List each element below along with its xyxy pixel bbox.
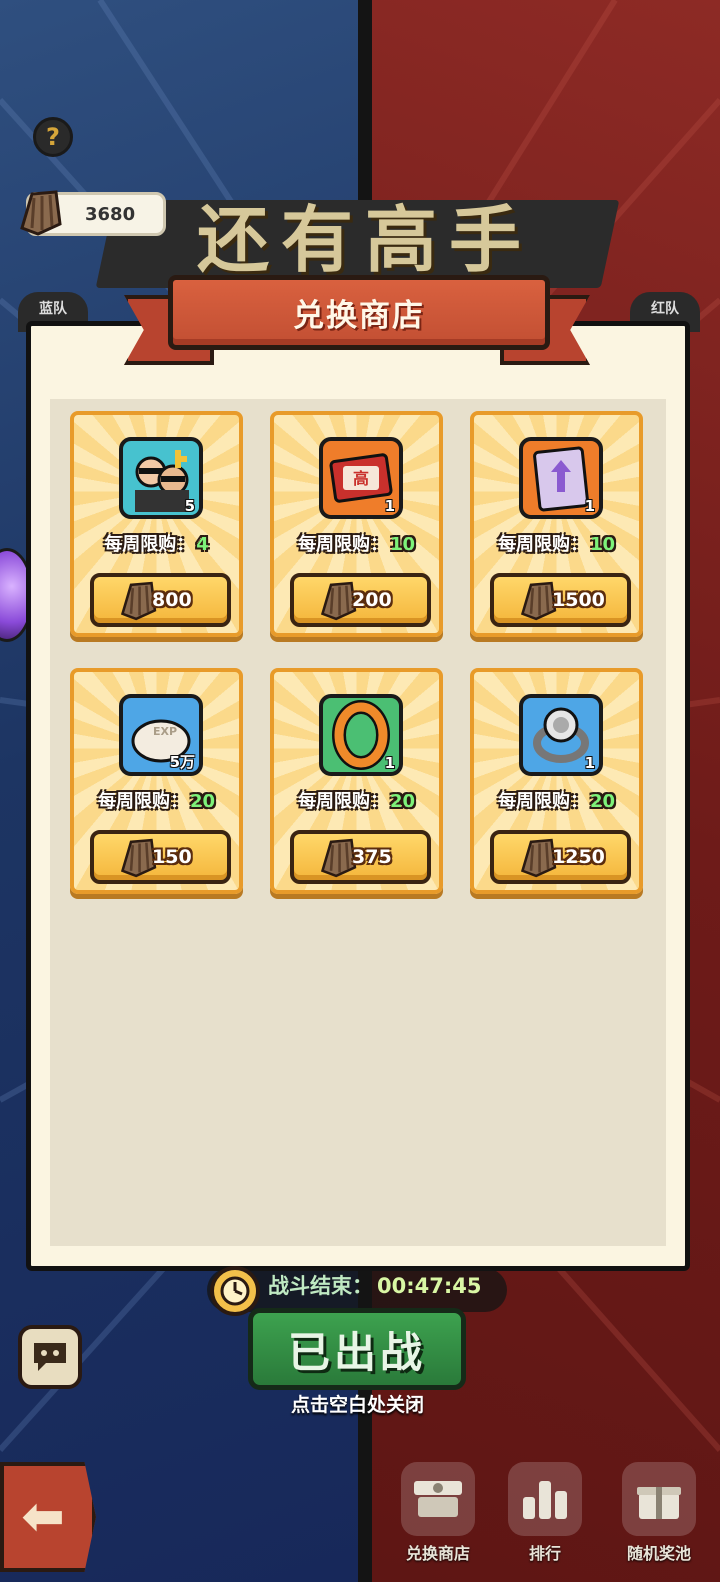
price-label: 1250 [552, 846, 605, 868]
weekly-limit: 每周限购： 20 [274, 787, 439, 813]
price-label: 1500 [552, 589, 605, 611]
back-button[interactable]: ⬅ [0, 1462, 96, 1572]
weekly-limit-label: 每周限购： [497, 791, 588, 812]
price-label: 375 [352, 846, 392, 868]
weekly-limit-label: 每周限购： [97, 791, 188, 812]
modal-title-ribbon: 兑换商店 [168, 275, 550, 350]
nav-shop-label: 兑换商店 [405, 1544, 470, 1563]
shop-icon [401, 1462, 475, 1536]
timer-label: 战斗结束： [268, 1274, 373, 1298]
purple-card-icon: 1 [519, 437, 603, 519]
item-quantity: 1 [584, 754, 595, 772]
weekly-limit-value: 20 [589, 791, 616, 812]
back-arrow-icon: ⬅ [21, 1487, 65, 1547]
gift-icon [622, 1462, 696, 1536]
weekly-limit: 每周限购： 20 [74, 787, 239, 813]
weekly-limit-label: 每周限购： [297, 791, 388, 812]
item-quantity: 1 [384, 754, 395, 772]
character-duo-icon: 5 [119, 437, 203, 519]
weekly-limit: 每周限购： 10 [274, 530, 439, 556]
weekly-limit-value: 20 [389, 791, 416, 812]
weekly-limit-label: 每周限购： [297, 534, 388, 555]
item-quantity: 1 [584, 497, 595, 515]
question-icon: ? [46, 123, 60, 151]
shop-item-card[interactable]: 1 每周限购： 20 1250 [470, 668, 643, 894]
shop-item-card[interactable]: 1 每周限购： 10 1500 [470, 411, 643, 637]
weekly-limit-value: 10 [589, 534, 616, 555]
close-hint: 点击空白处关闭 [290, 1394, 424, 1416]
shop-item-card[interactable]: 1 每周限购： 20 375 [270, 668, 443, 894]
buy-button[interactable]: 375 [290, 830, 431, 884]
nav-random-pool[interactable]: 随机奖池 [616, 1462, 702, 1572]
weekly-limit-value: 4 [196, 534, 209, 555]
weekly-limit: 每周限购： 10 [474, 530, 639, 556]
weekly-limit-value: 10 [389, 534, 416, 555]
svg-text:高: 高 [353, 469, 369, 488]
clock-icon [210, 1266, 260, 1316]
nav-ranking[interactable]: 排行 [502, 1462, 588, 1572]
buy-button[interactable]: 1250 [490, 830, 631, 884]
silver-ring-icon: 1 [519, 694, 603, 776]
weekly-limit: 每周限购： 4 [74, 530, 239, 556]
timer-value: 00:47:45 [377, 1274, 482, 1298]
weekly-limit-value: 20 [189, 791, 216, 812]
red-ticket-icon: 高 1 [319, 437, 403, 519]
shop-item-card[interactable]: 5 每周限购： 4 800 [70, 411, 243, 637]
sortie-label: 已出战 [287, 1327, 426, 1377]
nav-rank-label: 排行 [528, 1544, 561, 1563]
modal-title: 兑换商店 [293, 298, 425, 334]
buy-button[interactable]: 1500 [490, 573, 631, 627]
weekly-limit-label: 每周限购： [104, 534, 195, 555]
price-label: 800 [152, 589, 192, 611]
weekly-limit-label: 每周限购： [497, 534, 588, 555]
buy-button[interactable]: 150 [90, 830, 231, 884]
currency-amount: 3680 [85, 203, 136, 225]
price-label: 150 [152, 846, 192, 868]
wood-token-icon [20, 190, 62, 236]
exp-bun-icon: EXP 5万 [119, 694, 203, 776]
shop-item-card[interactable]: 高 1 每周限购： 10 200 [270, 411, 443, 637]
weekly-limit: 每周限购： 20 [474, 787, 639, 813]
item-quantity: 1 [384, 497, 395, 515]
help-button[interactable]: ? [33, 117, 73, 157]
nav-exchange-shop[interactable]: 兑换商店 [393, 1462, 483, 1572]
nav-pool-label: 随机奖池 [626, 1544, 691, 1563]
sortie-button[interactable]: 已出战 [248, 1308, 466, 1390]
ranking-icon [508, 1462, 582, 1536]
buy-button[interactable]: 800 [90, 573, 231, 627]
orange-ring-icon: 1 [319, 694, 403, 776]
svg-text:EXP: EXP [153, 725, 177, 738]
item-quantity: 5万 [169, 753, 195, 771]
chat-icon [34, 1343, 66, 1371]
banner-title: 还有高手 [196, 197, 533, 282]
shop-item-card[interactable]: EXP 5万 每周限购： 20 150 [70, 668, 243, 894]
battle-timer: 战斗结束： 00:47:45 [268, 1270, 481, 1300]
price-label: 200 [352, 589, 392, 611]
item-quantity: 5 [184, 497, 195, 515]
chat-button[interactable] [18, 1325, 82, 1389]
buy-button[interactable]: 200 [290, 573, 431, 627]
